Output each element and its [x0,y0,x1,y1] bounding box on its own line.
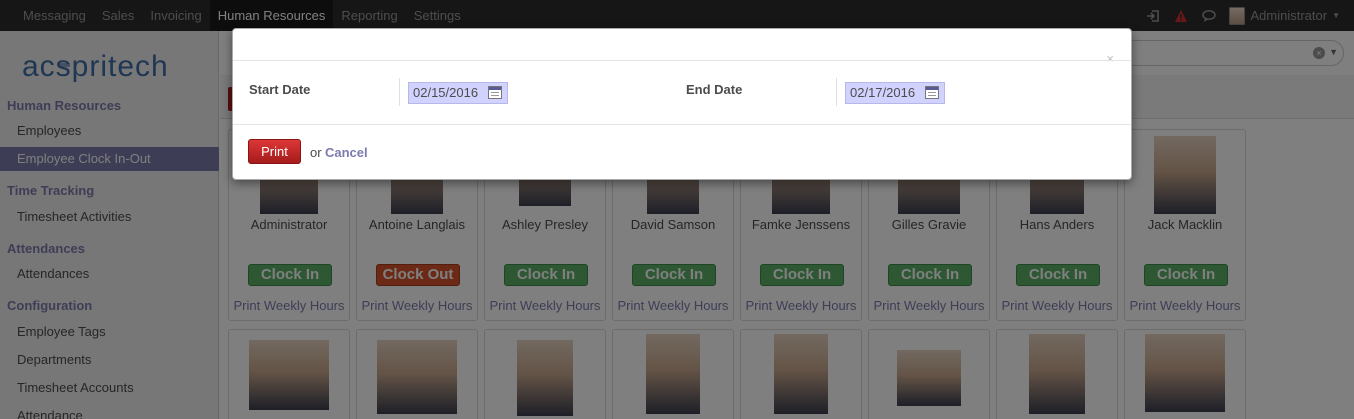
close-icon[interactable]: × [1106,52,1114,65]
dialog-header-divider [233,60,1131,61]
start-date-input[interactable]: 02/15/2016 [408,82,508,104]
dialog-footer-divider [233,124,1131,125]
end-date-value: 02/17/2016 [850,85,916,100]
print-button[interactable]: Print [248,139,301,164]
field-separator [399,78,400,106]
end-date-input[interactable]: 02/17/2016 [845,82,945,104]
or-text: or [310,145,322,160]
field-separator [836,78,837,106]
calendar-icon[interactable] [925,86,939,99]
print-dialog: × Start Date 02/15/2016 End Date 02/17/2… [232,28,1132,180]
calendar-icon[interactable] [488,86,502,99]
end-date-label: End Date [686,82,743,97]
cancel-link[interactable]: Cancel [325,145,368,160]
start-date-value: 02/15/2016 [413,85,479,100]
start-date-label: Start Date [249,82,311,97]
